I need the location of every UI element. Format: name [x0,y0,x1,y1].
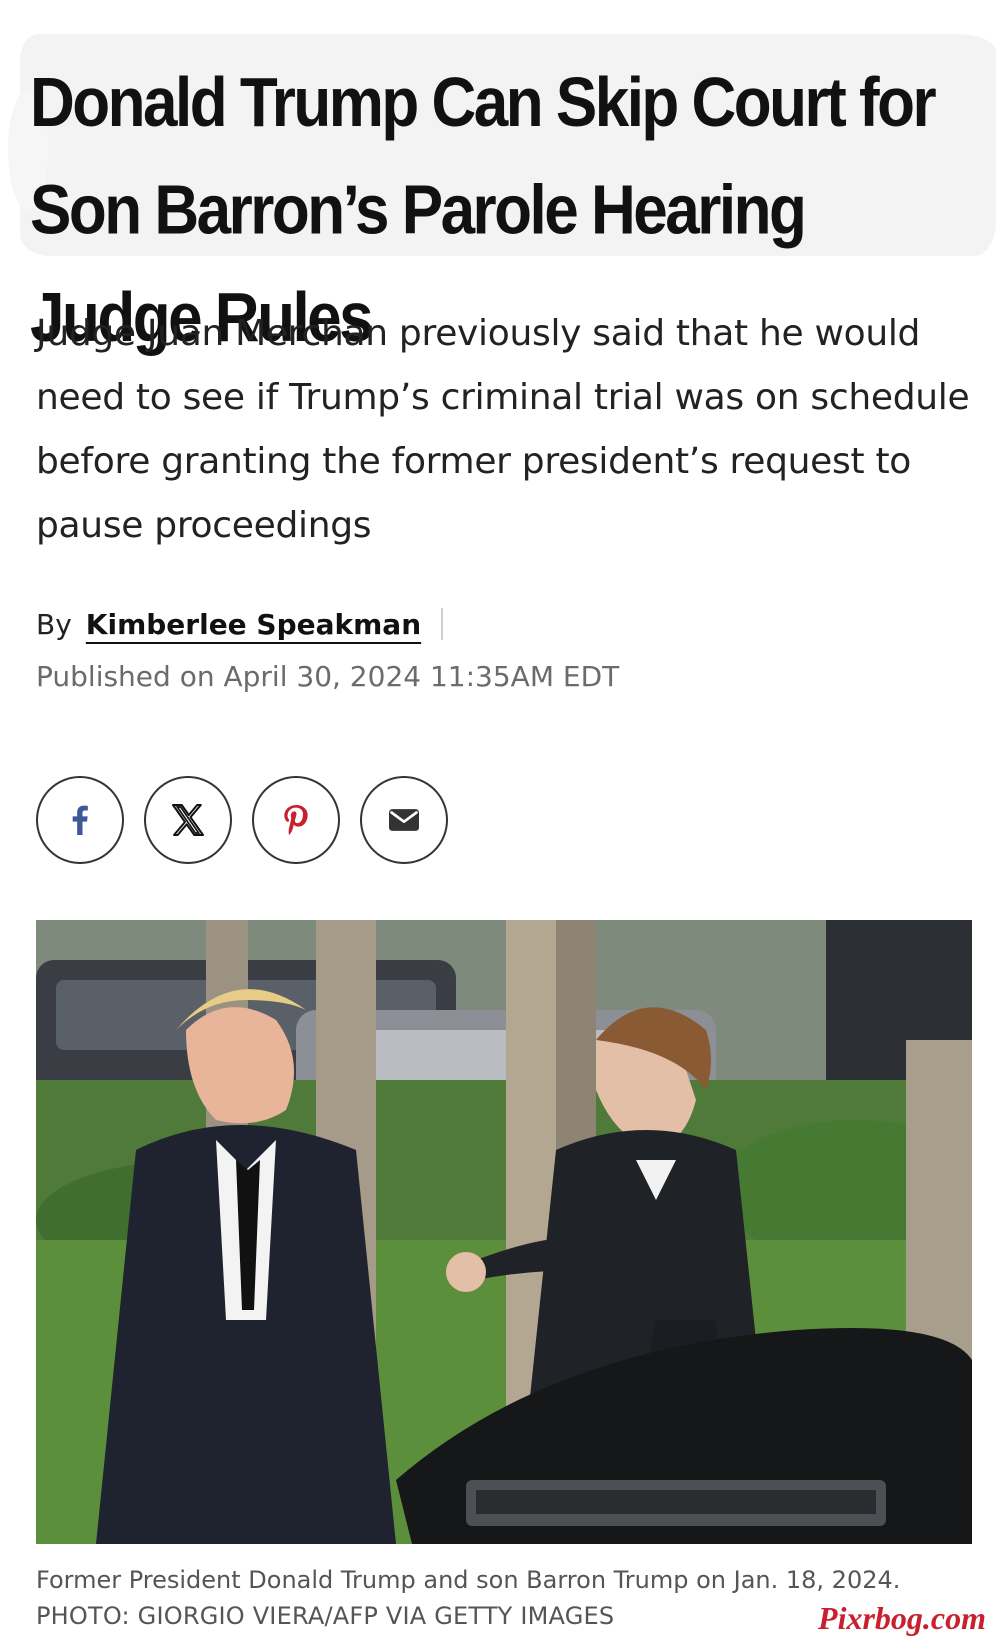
facebook-icon [72,805,88,835]
share-pinterest-button[interactable] [252,776,340,864]
headline-area: Donald Trump Can Skip Court for Son Barr… [0,0,1008,357]
email-icon [389,809,419,831]
share-facebook-button[interactable] [36,776,124,864]
share-email-button[interactable] [360,776,448,864]
photo-credit: PHOTO: GIORGIO VIERA/AFP VIA GETTY IMAGE… [36,1602,615,1630]
pinterest-icon [284,805,308,836]
watermark: Pixrbog.com [818,1600,986,1636]
byline-divider [441,608,444,640]
article-dek: Judge Juan Merchan previously said that … [36,313,970,546]
photo-caption: Former President Donald Trump and son Ba… [36,1566,901,1594]
share-bar [36,776,448,864]
byline-prefix: By [36,607,72,641]
share-x-button[interactable] [144,776,232,864]
author-link[interactable]: Kimberlee Speakman [86,608,421,641]
published-date: Published on April 30, 2024 11:35AM EDT [36,660,620,693]
article-photo [36,920,972,1544]
photo-illustration [36,920,972,1544]
x-icon [172,804,204,836]
byline: By Kimberlee Speakman [36,604,444,644]
